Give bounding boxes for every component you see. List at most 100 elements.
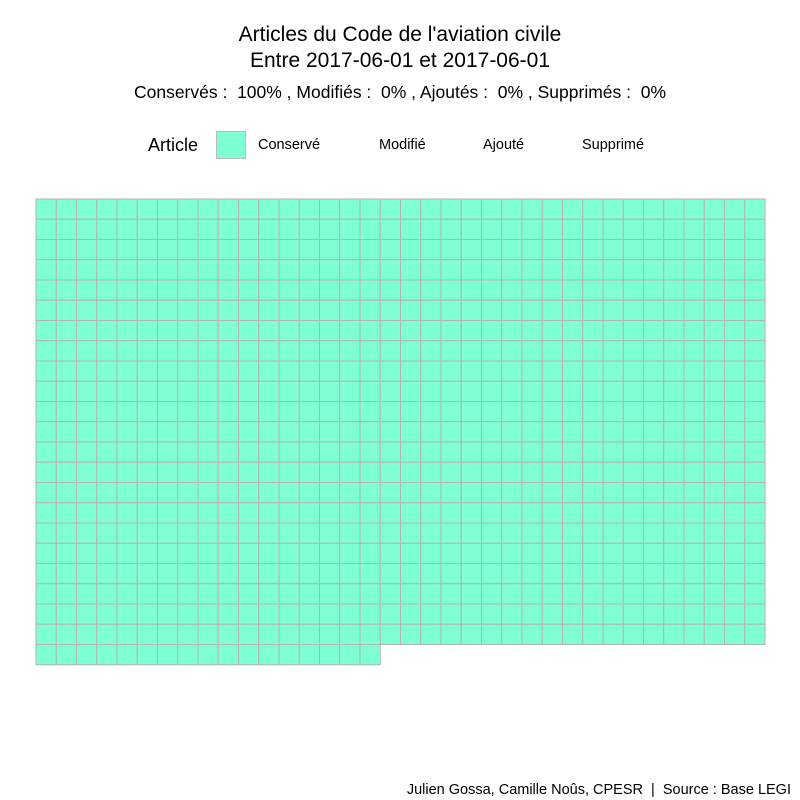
waffle-tile [582, 623, 604, 645]
waffle-tile [278, 360, 300, 382]
waffle-tile [238, 239, 260, 261]
waffle-tile [400, 482, 422, 504]
waffle-tile [521, 299, 543, 321]
waffle-tile [400, 360, 422, 382]
waffle-tile [35, 421, 57, 443]
waffle-tile [541, 583, 563, 605]
waffle-tile [298, 623, 320, 645]
waffle-tile [724, 239, 746, 261]
waffle-tile [197, 299, 219, 321]
waffle-tile [420, 360, 442, 382]
waffle-tile [55, 441, 77, 463]
waffle-tile [278, 542, 300, 564]
waffle-tile [420, 299, 442, 321]
waffle-tile [177, 218, 199, 240]
waffle-tile [521, 421, 543, 443]
waffle-tile [663, 563, 685, 585]
waffle-tile [197, 583, 219, 605]
waffle-tile [460, 218, 482, 240]
waffle-tile [663, 583, 685, 605]
waffle-tile [55, 603, 77, 625]
waffle-tile [602, 360, 624, 382]
waffle-tile [420, 198, 442, 220]
waffle-tile [501, 522, 523, 544]
waffle-tile [136, 380, 158, 402]
waffle-tile [683, 603, 705, 625]
waffle-tile [440, 299, 462, 321]
waffle-tile [35, 603, 57, 625]
waffle-tile [400, 340, 422, 362]
waffle-tile [582, 603, 604, 625]
waffle-tile [238, 623, 260, 645]
waffle-tile [157, 380, 179, 402]
waffle-tile [643, 299, 665, 321]
waffle-tile [197, 320, 219, 342]
waffle-tile [177, 583, 199, 605]
waffle-tile [359, 644, 381, 666]
waffle-tile [238, 360, 260, 382]
waffle-tile [278, 522, 300, 544]
waffle-tile [562, 461, 584, 483]
waffle-tile [217, 401, 239, 423]
waffle-tile [460, 320, 482, 342]
waffle-tile [116, 360, 138, 382]
waffle-tile [683, 320, 705, 342]
waffle-tile [339, 583, 361, 605]
waffle-tile [379, 461, 401, 483]
waffle-tile [116, 542, 138, 564]
waffle-tile [76, 239, 98, 261]
waffle-tile [521, 542, 543, 564]
waffle-tile [562, 542, 584, 564]
waffle-tile [238, 401, 260, 423]
waffle-tile [400, 421, 422, 443]
waffle-tile [420, 461, 442, 483]
waffle-tile [298, 340, 320, 362]
waffle-tile [177, 441, 199, 463]
waffle-tile [562, 421, 584, 443]
waffle-tile [55, 259, 77, 281]
waffle-tile [460, 360, 482, 382]
waffle-tile [440, 218, 462, 240]
waffle-tile [76, 461, 98, 483]
waffle-tile [96, 259, 118, 281]
waffle-tile [481, 603, 503, 625]
waffle-tile [663, 299, 685, 321]
waffle-tile [420, 259, 442, 281]
waffle-tile [521, 603, 543, 625]
waffle-tile [35, 218, 57, 240]
waffle-tile [460, 279, 482, 301]
waffle-tile [663, 340, 685, 362]
waffle-tile [96, 441, 118, 463]
waffle-tile [501, 542, 523, 564]
waffle-tile [136, 461, 158, 483]
waffle-tile [541, 259, 563, 281]
waffle-tile [703, 502, 725, 524]
waffle-tile [562, 239, 584, 261]
waffle-tile [339, 522, 361, 544]
waffle-tile [663, 542, 685, 564]
waffle-tile [319, 461, 341, 483]
waffle-tile [116, 198, 138, 220]
waffle-tile [602, 603, 624, 625]
waffle-tile [217, 299, 239, 321]
waffle-tile [157, 603, 179, 625]
waffle-tile [622, 299, 644, 321]
waffle-tile [238, 522, 260, 544]
waffle-tile [157, 522, 179, 544]
waffle-tile [136, 279, 158, 301]
waffle-tile [643, 340, 665, 362]
waffle-tile [643, 603, 665, 625]
waffle-tile [238, 644, 260, 666]
waffle-tile [541, 441, 563, 463]
waffle-tile [440, 623, 462, 645]
waffle-tile [278, 421, 300, 443]
waffle-tile [217, 259, 239, 281]
waffle-tile [643, 218, 665, 240]
waffle-tile [440, 259, 462, 281]
waffle-tile [35, 279, 57, 301]
waffle-tile [440, 380, 462, 402]
waffle-tile [622, 542, 644, 564]
waffle-tile [420, 401, 442, 423]
waffle-tile [217, 380, 239, 402]
waffle-tile [217, 218, 239, 240]
